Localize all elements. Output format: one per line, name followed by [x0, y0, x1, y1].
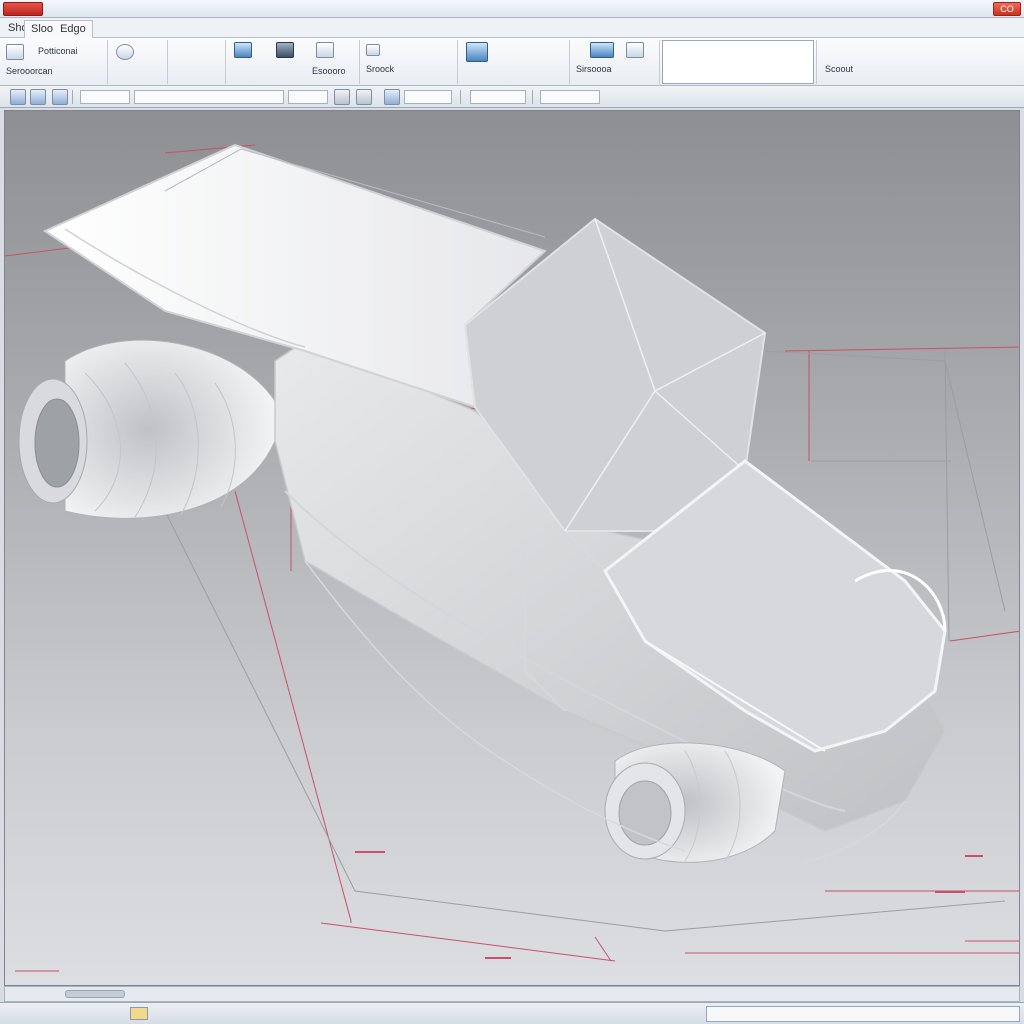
mirror-icon[interactable] — [626, 42, 644, 58]
ribbon-group-5: Sroock — [360, 40, 458, 84]
toolbar-field-1[interactable] — [80, 90, 130, 104]
scrollbar-thumb[interactable] — [65, 990, 125, 998]
tab-sloo[interactable]: Sloo Edgo — [24, 20, 93, 38]
ribbon-group-4: Esoooro — [226, 40, 360, 84]
close-button[interactable]: CO — [993, 2, 1021, 16]
zoom-icon[interactable] — [52, 89, 68, 105]
pan-icon[interactable] — [30, 89, 46, 105]
ribbon-panel: Potticonai Serooorcan Esoooro Sroock Sir… — [0, 38, 1024, 86]
ribbon-group-6 — [458, 40, 570, 84]
construction-marks — [355, 851, 983, 959]
extrude-icon[interactable] — [234, 42, 252, 58]
display-style-icon[interactable] — [384, 89, 400, 105]
view-cube-icon[interactable] — [334, 89, 350, 105]
ribbon-group8-bottom[interactable]: Scoout — [825, 64, 853, 74]
toolbar-field-5[interactable] — [470, 90, 526, 104]
orbit-icon[interactable] — [356, 89, 372, 105]
tab-edgo-label[interactable]: Edgo — [60, 23, 86, 35]
help-button[interactable] — [968, 2, 990, 16]
loft-icon[interactable] — [316, 42, 334, 58]
ribbon-group-2 — [108, 40, 168, 84]
tab-sloo-label: Sloo — [31, 23, 54, 35]
model-canvas[interactable] — [5, 111, 1020, 986]
ribbon-group-7: Sirsoooa — [570, 40, 660, 84]
toolbar-separator-2 — [460, 90, 461, 104]
front-tube — [604, 742, 786, 863]
sketch-icon[interactable] — [6, 44, 24, 60]
ribbon-group1-top[interactable]: Potticonai — [38, 46, 78, 56]
property-panel[interactable] — [662, 40, 814, 84]
ribbon-group-1: Potticonai Serooorcan — [0, 40, 108, 84]
toolbar-separator — [72, 90, 73, 104]
view-toolbar — [0, 86, 1024, 108]
pattern-icon[interactable] — [590, 42, 614, 58]
title-bar: CO — [0, 0, 1024, 18]
horizontal-scrollbar[interactable] — [4, 986, 1020, 1002]
ribbon-group4-label-3[interactable]: Esoooro — [312, 66, 346, 76]
ribbon-group7-label[interactable]: Sirsoooa — [576, 64, 612, 74]
toolbar-field-2[interactable] — [134, 90, 284, 104]
toolbar-field-6[interactable] — [540, 90, 600, 104]
shell-icon[interactable] — [366, 44, 380, 56]
ribbon-group5-label[interactable]: Sroock — [366, 64, 394, 74]
window-title — [48, 3, 608, 15]
modeling-viewport[interactable] — [4, 110, 1020, 986]
status-badge[interactable] — [130, 1007, 148, 1020]
ribbon-group-8: Scoout — [816, 40, 1024, 84]
application-menu-button[interactable] — [3, 2, 43, 16]
toolbar-field-3[interactable] — [288, 90, 328, 104]
toolbar-field-4[interactable] — [404, 90, 452, 104]
ribbon-group1-bottom[interactable]: Serooorcan — [6, 66, 53, 76]
select-icon[interactable] — [10, 89, 26, 105]
toolbar-separator-3 — [532, 90, 533, 104]
status-info-field — [706, 1006, 1020, 1022]
revolve-icon[interactable] — [276, 42, 294, 58]
ribbon-tabs: Sho Sloo Edgo — [0, 18, 1024, 38]
fillet-icon[interactable] — [466, 42, 488, 62]
circle-tool-icon[interactable] — [116, 44, 134, 60]
status-bar — [0, 1002, 1024, 1024]
ribbon-group-3 — [168, 40, 226, 84]
rear-tube — [18, 339, 276, 519]
